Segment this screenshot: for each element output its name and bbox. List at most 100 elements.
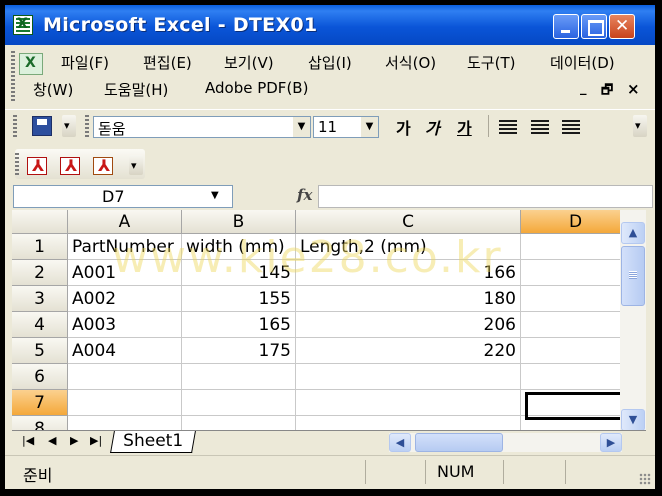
prev-sheet-icon[interactable]: ◀ (48, 434, 56, 447)
close-button[interactable] (609, 14, 635, 39)
italic-button[interactable]: 가 (425, 115, 440, 139)
column-header-c[interactable]: C (296, 210, 521, 234)
row-header-1[interactable]: 1 (12, 234, 68, 260)
toolbar-grip-2[interactable] (85, 115, 89, 137)
row-header-7[interactable]: 7 (12, 390, 68, 416)
workbook-icon[interactable] (19, 53, 43, 75)
menu-file[interactable]: 파일(F) (61, 52, 109, 73)
name-box-dropdown-icon[interactable]: ▼ (211, 190, 219, 201)
cell-c6[interactable] (296, 364, 521, 390)
cell-c4[interactable]: 206 (296, 312, 521, 338)
first-sheet-icon[interactable]: |◀ (22, 434, 34, 447)
cell-c2[interactable]: 166 (296, 260, 521, 286)
save-icon[interactable] (32, 116, 52, 136)
menu-adobe-pdf[interactable]: Adobe PDF(B) (205, 79, 308, 97)
menu-insert[interactable]: 삽입(I) (308, 52, 352, 73)
scroll-up-button[interactable]: ▲ (621, 222, 645, 244)
doc-close-button[interactable]: × (627, 80, 640, 98)
cell-c7[interactable] (296, 390, 521, 416)
maximize-button[interactable] (581, 14, 607, 39)
vertical-scrollbar[interactable]: ▲ ▼ (620, 210, 646, 431)
cell-a7[interactable] (68, 390, 182, 416)
cell-a8[interactable] (68, 416, 182, 430)
doc-restore-button[interactable]: 🗗 (601, 81, 613, 103)
convert-and-review-icon[interactable] (93, 156, 113, 175)
vertical-scroll-thumb[interactable] (621, 246, 645, 306)
pdf-toolbar-options-icon[interactable] (129, 155, 143, 175)
insert-function-icon[interactable]: fx (297, 186, 312, 204)
sheet-tab-sheet1[interactable]: Sheet1 (110, 431, 196, 453)
doc-minimize-button[interactable]: _ (580, 81, 587, 96)
cell-d6[interactable] (521, 364, 620, 390)
underline-button[interactable]: 가 (457, 115, 472, 139)
align-left-icon[interactable] (499, 120, 517, 134)
toolbar-grip[interactable] (13, 115, 17, 137)
cell-d1[interactable] (521, 234, 620, 260)
cell-a6[interactable] (68, 364, 182, 390)
align-center-icon[interactable] (531, 120, 549, 134)
scroll-right-button[interactable]: ▶ (600, 433, 622, 452)
cell-b8[interactable] (182, 416, 296, 430)
cell-b3[interactable]: 155 (182, 286, 296, 312)
menu-format[interactable]: 서식(O) (385, 52, 436, 73)
last-sheet-icon[interactable]: ▶| (90, 434, 102, 447)
toolbar-overflow-icon[interactable] (633, 115, 647, 137)
column-header-d[interactable]: D (521, 210, 620, 234)
row-header-5[interactable]: 5 (12, 338, 68, 364)
menu-help[interactable]: 도움말(H) (104, 79, 168, 100)
menu-view[interactable]: 보기(V) (224, 52, 274, 73)
cell-b2[interactable]: 145 (182, 260, 296, 286)
cell-c8[interactable] (296, 416, 521, 430)
row-header-2[interactable]: 2 (12, 260, 68, 286)
align-right-icon[interactable] (562, 120, 580, 134)
row-header-4[interactable]: 4 (12, 312, 68, 338)
menu-edit[interactable]: 편집(E) (143, 52, 192, 73)
convert-and-email-icon[interactable] (60, 156, 80, 175)
cell-b5[interactable]: 175 (182, 338, 296, 364)
font-size-dropdown-icon[interactable]: ▼ (361, 117, 378, 137)
scroll-down-button[interactable]: ▼ (621, 409, 645, 431)
menu-data[interactable]: 데이터(D) (550, 52, 615, 73)
cell-b4[interactable]: 165 (182, 312, 296, 338)
cell-a3[interactable]: A002 (68, 286, 182, 312)
pdf-toolbar-grip[interactable] (15, 153, 19, 175)
horizontal-scrollbar[interactable]: ◀ ▶ (389, 433, 622, 452)
column-header-b[interactable]: B (182, 210, 296, 234)
excel-app-icon[interactable] (13, 15, 33, 35)
menu-grip[interactable] (11, 51, 15, 101)
formula-input[interactable] (318, 185, 653, 208)
convert-to-pdf-icon[interactable] (27, 156, 47, 175)
cell-a2[interactable]: A001 (68, 260, 182, 286)
cell-d5[interactable] (521, 338, 620, 364)
name-box[interactable]: D7 (13, 185, 233, 208)
cell-c3[interactable]: 180 (296, 286, 521, 312)
worksheet-grid[interactable]: A B C D 1 2 3 4 5 6 7 8 PartNumber width… (12, 210, 620, 430)
horizontal-scroll-thumb[interactable] (415, 433, 503, 452)
menu-tools[interactable]: 도구(T) (467, 52, 515, 73)
cell-d3[interactable] (521, 286, 620, 312)
cell-c5[interactable]: 220 (296, 338, 521, 364)
cell-b7[interactable] (182, 390, 296, 416)
cell-b6[interactable] (182, 364, 296, 390)
cell-d2[interactable] (521, 260, 620, 286)
font-name-field[interactable]: 돋움 (93, 116, 311, 138)
row-header-6[interactable]: 6 (12, 364, 68, 390)
column-header-a[interactable]: A (68, 210, 182, 234)
cell-b1[interactable]: width (mm) (182, 234, 296, 260)
cell-a5[interactable]: A004 (68, 338, 182, 364)
cell-d4[interactable] (521, 312, 620, 338)
cell-c1[interactable]: Length,2 (mm) (296, 234, 521, 260)
next-sheet-icon[interactable]: ▶ (70, 434, 78, 447)
toolbar-options-icon[interactable] (62, 115, 76, 137)
resize-grip-icon[interactable] (639, 473, 651, 485)
cell-a4[interactable]: A003 (68, 312, 182, 338)
cell-a1[interactable]: PartNumber (68, 234, 182, 260)
row-header-3[interactable]: 3 (12, 286, 68, 312)
scroll-left-button[interactable]: ◀ (389, 433, 411, 452)
bold-button[interactable]: 가 (396, 115, 411, 139)
row-header-8[interactable]: 8 (12, 416, 68, 430)
select-all-corner[interactable] (12, 210, 68, 234)
minimize-button[interactable] (553, 14, 579, 39)
font-name-dropdown-icon[interactable]: ▼ (293, 117, 310, 137)
title-bar[interactable]: Microsoft Excel - DTEX01 (5, 5, 655, 45)
